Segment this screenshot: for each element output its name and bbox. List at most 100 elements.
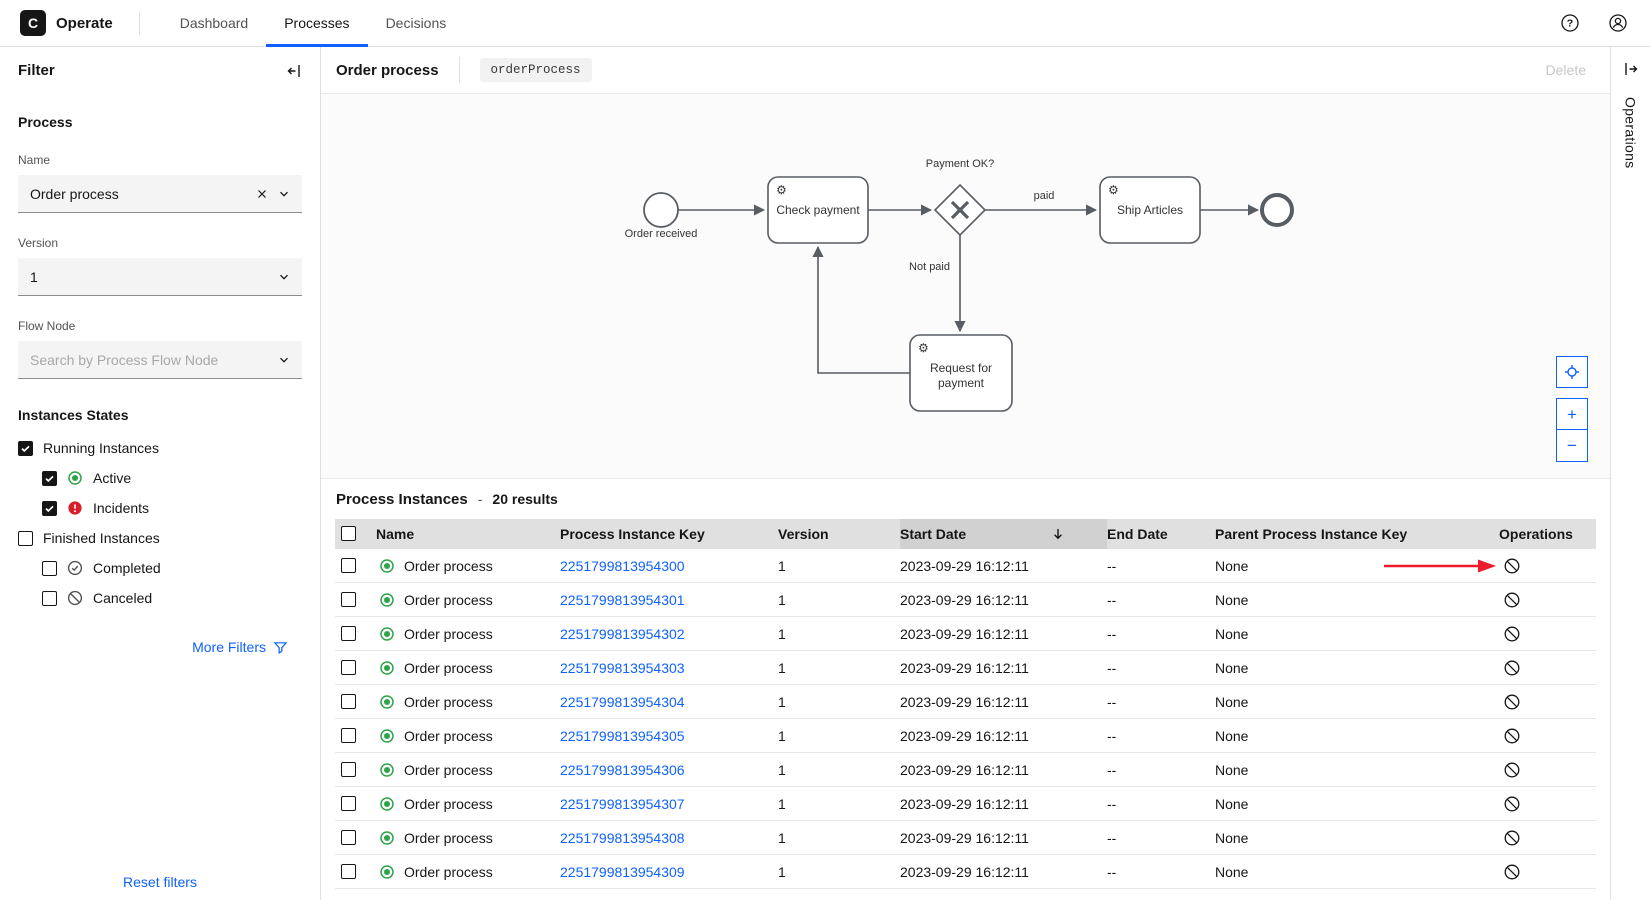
tab-dashboard[interactable]: Dashboard [162,0,267,46]
task-check-payment[interactable]: ⚙ Check payment [768,177,868,243]
cancel-operation-icon[interactable] [1503,659,1521,677]
task-ship-articles[interactable]: ⚙ Ship Articles [1100,177,1200,243]
cancel-operation-icon[interactable] [1503,693,1521,711]
instance-key-link[interactable]: 2251799813954304 [560,694,685,710]
table-row[interactable]: Order process 2251799813954300 1 2023-09… [335,549,1596,583]
reset-filters-button[interactable]: Reset filters [0,874,320,890]
header-divider [459,57,460,83]
running-instances-checkbox[interactable] [18,441,33,456]
row-checkbox[interactable] [341,864,356,879]
instance-name: Order process [404,694,493,710]
row-checkbox[interactable] [341,592,356,607]
diagram-reset-zoom-button[interactable] [1556,356,1588,388]
filter-finished-instances[interactable]: Finished Instances [18,523,302,553]
table-row[interactable]: Order process 2251799813954308 1 2023-09… [335,821,1596,855]
state-label: Canceled [93,590,152,606]
cancel-operation-icon[interactable] [1503,863,1521,881]
table-row[interactable]: Order process 2251799813954304 1 2023-09… [335,685,1596,719]
row-checkbox[interactable] [341,796,356,811]
user-menu-button[interactable] [1608,13,1628,33]
filter-active[interactable]: Active [18,463,302,493]
table-row[interactable]: Order process 2251799813954306 1 2023-09… [335,753,1596,787]
row-checkbox[interactable] [341,728,356,743]
filter-incidents[interactable]: Incidents [18,493,302,523]
sort-descending-icon[interactable] [1051,527,1065,541]
instance-key-link[interactable]: 2251799813954308 [560,830,685,846]
filter-canceled[interactable]: Canceled [18,583,302,613]
cancel-operation-icon[interactable] [1503,829,1521,847]
process-name-select[interactable]: Order process [18,175,302,213]
row-checkbox[interactable] [341,660,356,675]
row-checkbox[interactable] [341,626,356,641]
completed-checkbox[interactable] [42,561,57,576]
instance-key-link[interactable]: 2251799813954306 [560,762,685,778]
cancel-operation-icon[interactable] [1503,795,1521,813]
zoom-in-button[interactable]: + [1557,399,1587,430]
row-checkbox[interactable] [341,830,356,845]
instance-key-link[interactable]: 2251799813954300 [560,558,685,574]
cancel-operation-icon[interactable] [1503,591,1521,609]
column-header-version[interactable]: Version [778,526,900,542]
service-task-gear-icon: ⚙ [1108,183,1119,197]
cancel-operation-icon[interactable] [1503,625,1521,643]
column-header-name[interactable]: Name [376,526,560,542]
tab-processes[interactable]: Processes [266,0,367,46]
row-checkbox[interactable] [341,558,356,573]
canceled-state-icon [67,590,83,606]
instance-key-link[interactable]: 2251799813954302 [560,626,685,642]
row-checkbox[interactable] [341,762,356,777]
flow-node-select[interactable]: Search by Process Flow Node [18,341,302,379]
cancel-operation-icon[interactable] [1503,557,1521,575]
expand-operations-panel-button[interactable] [1623,61,1639,77]
cancel-operation-icon[interactable] [1503,727,1521,745]
flow-label-not-paid: Not paid [909,261,950,273]
start-event-order-received[interactable]: Order received [625,193,698,240]
logo-letter: C [28,15,38,31]
user-icon [1608,13,1628,33]
service-task-gear-icon: ⚙ [776,183,787,197]
active-checkbox[interactable] [42,471,57,486]
instance-version: 1 [778,558,900,574]
diagram-zoom-controls: + − [1556,398,1588,462]
instance-key-link[interactable]: 2251799813954307 [560,796,685,812]
select-all-checkbox[interactable] [341,526,356,541]
clear-selection-icon[interactable] [256,188,268,200]
table-row[interactable]: Order process 2251799813954309 1 2023-09… [335,855,1596,889]
column-header-start-date[interactable]: Start Date [900,519,1107,549]
instance-key-link[interactable]: 2251799813954303 [560,660,685,676]
instance-key-link[interactable]: 2251799813954305 [560,728,685,744]
canceled-checkbox[interactable] [42,591,57,606]
end-event[interactable] [1262,195,1292,225]
incidents-checkbox[interactable] [42,501,57,516]
zoom-out-button[interactable]: − [1557,430,1587,461]
more-filters-button[interactable]: More Filters [18,639,302,655]
table-row[interactable]: Order process 2251799813954302 1 2023-09… [335,617,1596,651]
column-header-end-date[interactable]: End Date [1107,526,1215,542]
filter-completed[interactable]: Completed [18,553,302,583]
version-field-label: Version [18,236,302,250]
table-row[interactable]: Order process 2251799813954307 1 2023-09… [335,787,1596,821]
column-header-parent-key[interactable]: Parent Process Instance Key [1215,526,1499,542]
table-row[interactable]: Order process 2251799813954303 1 2023-09… [335,651,1596,685]
finished-instances-checkbox[interactable] [18,531,33,546]
table-row[interactable]: Order process 2251799813954305 1 2023-09… [335,719,1596,753]
gateway-payment-ok[interactable]: Payment OK? [926,158,994,235]
cancel-operation-icon[interactable] [1503,761,1521,779]
task-request-for-payment[interactable]: ⚙ Request for payment [910,335,1012,411]
tab-decisions[interactable]: Decisions [368,0,465,46]
instance-parent-key: None [1215,796,1499,812]
table-row[interactable]: Order process 2251799813954301 1 2023-09… [335,583,1596,617]
filter-running-instances[interactable]: Running Instances [18,433,302,463]
help-button[interactable]: ? [1560,13,1580,33]
active-state-icon [67,470,83,486]
row-checkbox[interactable] [341,694,356,709]
column-header-process-instance-key[interactable]: Process Instance Key [560,526,778,542]
instance-key-link[interactable]: 2251799813954309 [560,864,685,880]
instances-states-heading: Instances States [18,407,302,423]
delete-button[interactable]: Delete [1546,62,1586,78]
instance-key-link[interactable]: 2251799813954301 [560,592,685,608]
process-instances-heading: Process Instances [336,491,468,508]
active-state-icon [379,728,395,744]
version-select[interactable]: 1 [18,258,302,296]
collapse-filter-panel-button[interactable] [286,63,302,79]
